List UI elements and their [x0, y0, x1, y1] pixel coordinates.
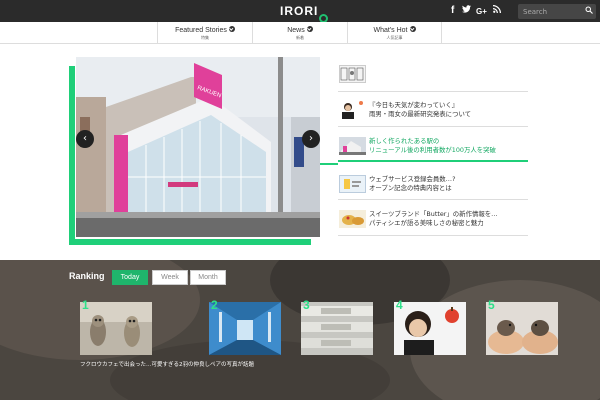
chevron-down-icon [306, 26, 313, 32]
search-icon[interactable] [585, 6, 593, 14]
nav-featured-label: Featured Stories [175, 27, 227, 34]
tab-today[interactable]: Today [112, 270, 148, 285]
side-article-4-line1: ウェブサービス登録会員数…? [369, 175, 456, 183]
ranking-item-5-image[interactable] [486, 302, 558, 355]
ranking-item-1-caption[interactable]: フクロウカフェで出会った…可愛すぎる2羽の仲良しペアの写真が話題 [80, 360, 254, 368]
article-thumbnail [339, 175, 366, 193]
nav-featured-sub: 特集 [201, 35, 209, 40]
ranking-item-3-image[interactable] [301, 302, 373, 355]
arrow-left-icon[interactable]: ‹ [76, 130, 94, 148]
google-plus-icon[interactable]: G+ [476, 6, 487, 18]
side-article-4-line2: オープン記念の特典内容とは [369, 184, 452, 192]
chevron-down-icon [409, 26, 416, 32]
ranking-item-4-image[interactable] [394, 302, 466, 355]
side-article-5-line1: スイーツブランド「Butter」の新作情報を… [369, 210, 498, 218]
main-nav: Featured Stories 特集 News 新着 What's Hot 人… [0, 22, 600, 44]
nav-news-label: News [287, 27, 305, 34]
nav-news[interactable]: News 新着 [252, 22, 347, 44]
ranking-item-2-image[interactable] [209, 302, 281, 355]
nav-whats-hot[interactable]: What's Hot 人気記事 [347, 22, 442, 44]
side-article-1[interactable] [338, 57, 528, 92]
article-thumbnail [339, 101, 357, 119]
article-thumbnail [339, 137, 366, 155]
article-thumbnail [339, 65, 366, 83]
side-article-5[interactable]: スイーツブランド「Butter」の新作情報を… パティシエが語る美味しさの秘密と… [338, 201, 528, 236]
site-logo[interactable]: IRORIO [280, 4, 329, 23]
active-connector [320, 163, 338, 165]
ranking-title: Ranking [69, 271, 105, 281]
ranking-number-3: 3 [303, 298, 310, 312]
logo-text: IRORI [280, 4, 319, 18]
side-article-3-line2: リニューアル後の利用者数が100万人を突破 [369, 146, 496, 154]
ranking-section: Ranking Today Week Month 1 2 3 4 5 フクロウカ… [0, 260, 600, 400]
side-article-3-line1: 新しく作られたある駅の [369, 137, 440, 145]
nav-featured-stories[interactable]: Featured Stories 特集 [157, 22, 252, 44]
ranking-number-2: 2 [211, 298, 218, 312]
tab-week[interactable]: Week [152, 270, 188, 285]
side-article-5-line2: パティシエが語る美味しさの秘密と魅力 [369, 219, 484, 227]
top-bar: IRORIO f G+ [0, 0, 600, 23]
hero-slide-image[interactable]: RAKUEN [76, 57, 320, 237]
side-article-2[interactable]: 『今日も天気が変わっていく』 雨男・雨女の最新研究発表について [338, 92, 528, 127]
rss-icon[interactable] [493, 5, 501, 17]
twitter-icon[interactable] [462, 5, 471, 17]
ranking-item-1-image[interactable] [80, 302, 152, 355]
side-article-3[interactable]: 新しく作られたある駅の リニューアル後の利用者数が100万人を突破 [338, 127, 528, 162]
side-article-4[interactable]: ウェブサービス登録会員数…? オープン記念の特典内容とは [338, 165, 528, 200]
nav-whats-hot-sub: 人気記事 [386, 35, 403, 40]
nav-whats-hot-label: What's Hot [373, 27, 408, 34]
ranking-number-1: 1 [82, 298, 89, 312]
side-article-2-line1: 『今日も天気が変わっていく』 [369, 101, 459, 109]
side-article-2-line2: 雨男・雨女の最新研究発表について [369, 110, 472, 118]
ranking-number-4: 4 [396, 298, 403, 312]
ranking-number-5: 5 [488, 298, 495, 312]
chevron-down-icon [228, 26, 235, 32]
nav-news-sub: 新着 [296, 35, 304, 40]
facebook-icon[interactable]: f [451, 5, 454, 17]
tab-month[interactable]: Month [190, 270, 226, 285]
new-badge-dot [359, 101, 363, 105]
article-thumbnail [339, 210, 366, 228]
arrow-right-icon[interactable]: › [302, 130, 320, 148]
